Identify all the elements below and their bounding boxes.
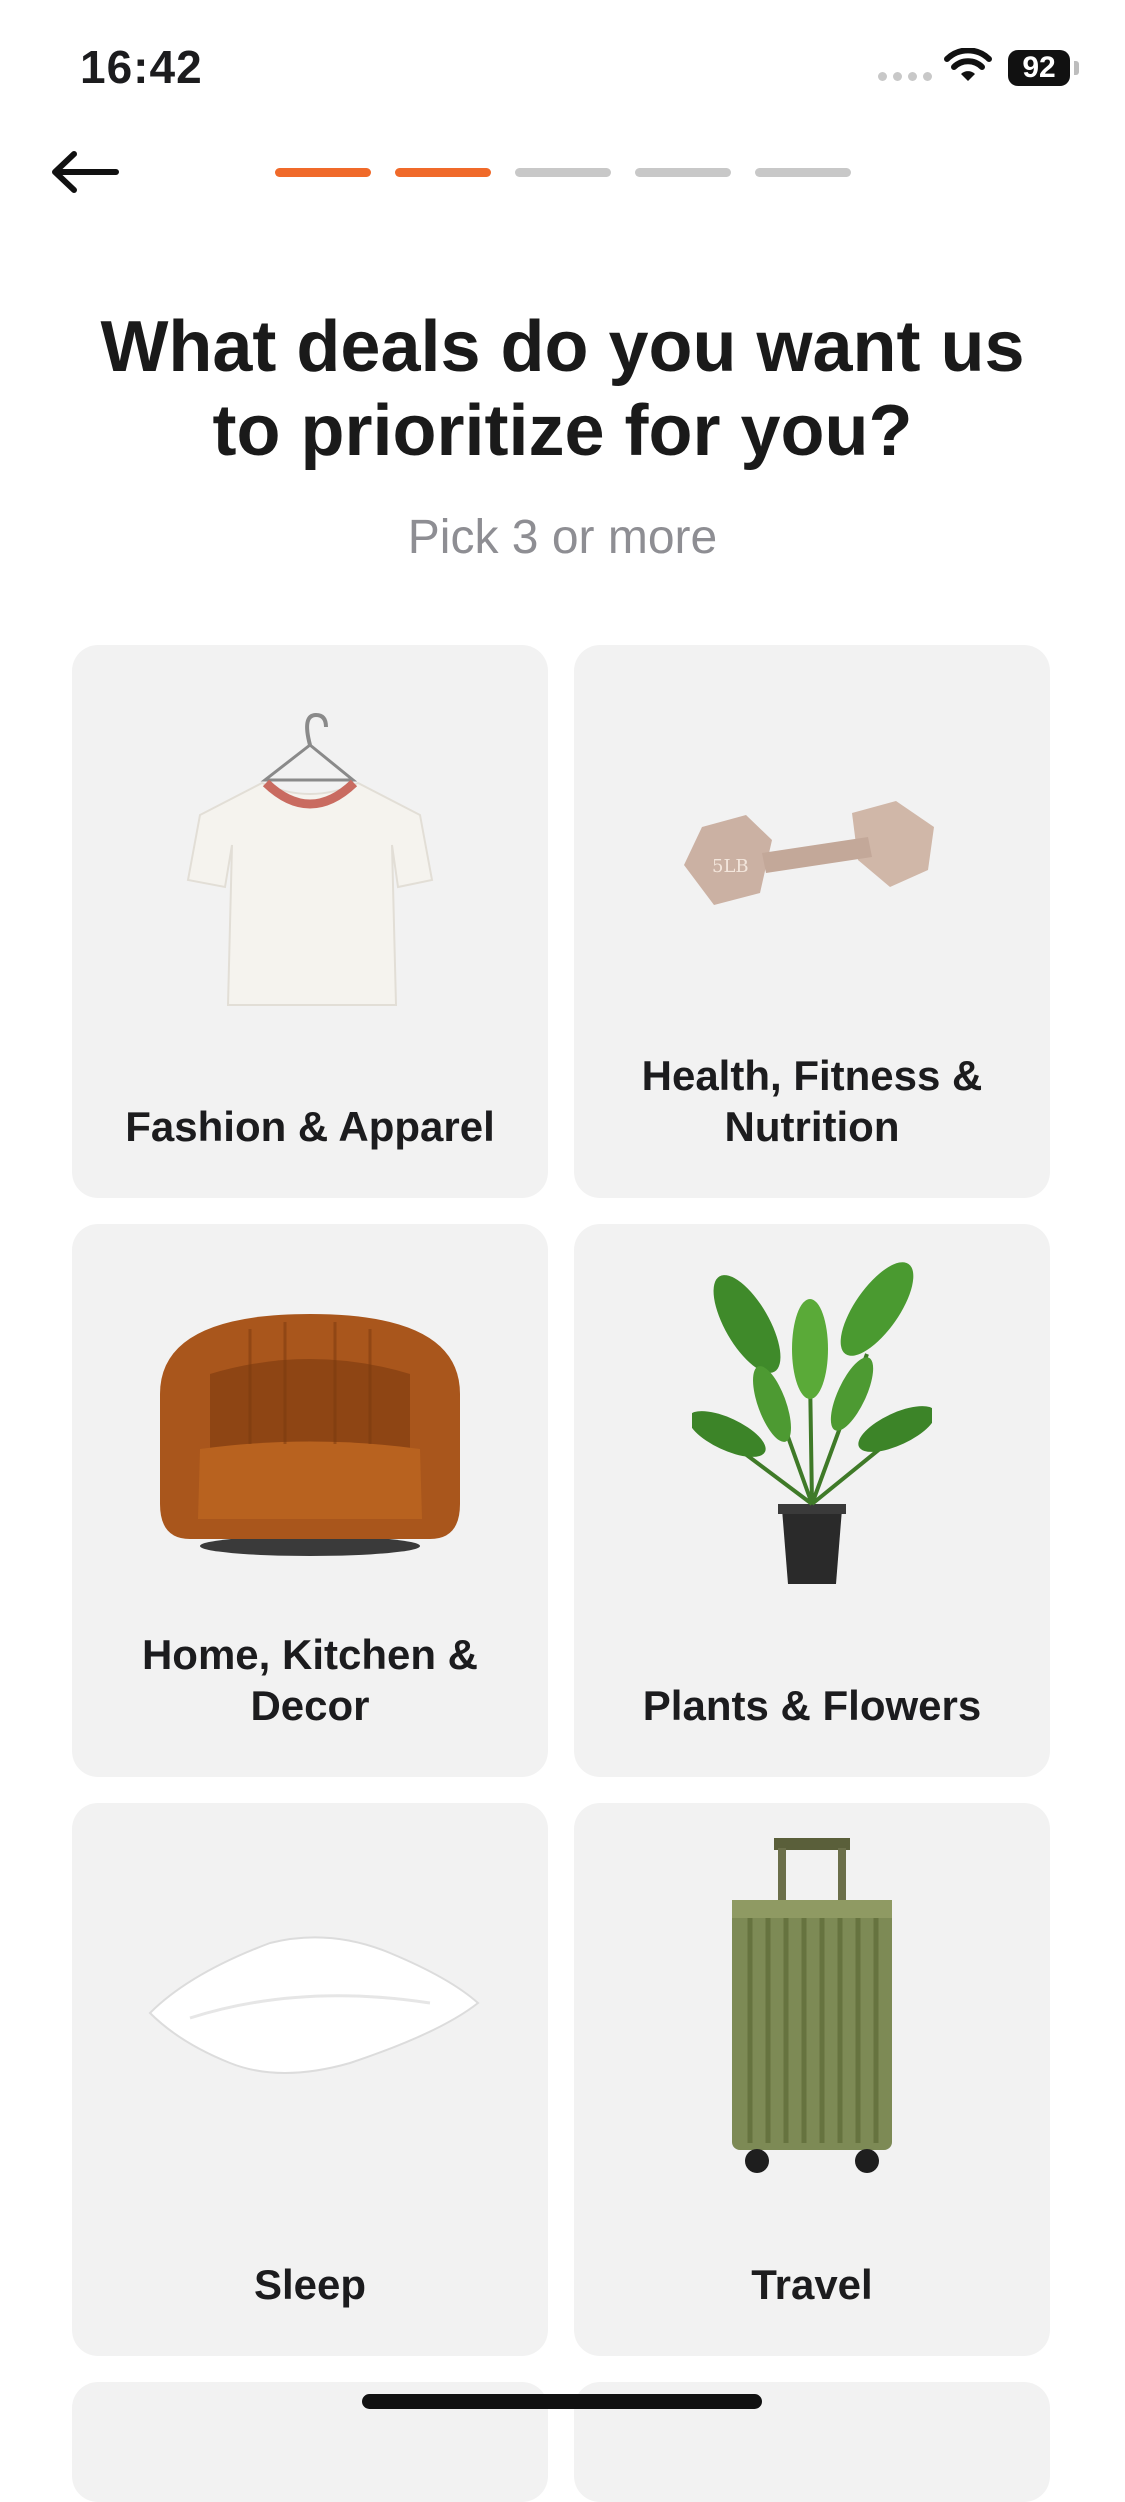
page-title: What deals do you want us to prioritize … xyxy=(100,307,1025,471)
category-label: Home, Kitchen & Decor xyxy=(141,1631,479,1729)
category-card-home[interactable]: Home, Kitchen & Decor xyxy=(72,1224,548,1777)
back-button[interactable] xyxy=(40,140,130,204)
category-card-travel[interactable]: Travel xyxy=(574,1803,1050,2356)
cellular-signal-icon xyxy=(878,72,932,81)
category-card-plants[interactable]: Plants & Flowers xyxy=(574,1224,1050,1777)
category-card-health[interactable]: 5LB Health, Fitness & Nutrition xyxy=(574,645,1050,1198)
category-label: Health, Fitness & Nutrition xyxy=(641,1052,983,1150)
page-subtitle: Pick 3 or more xyxy=(407,511,718,564)
onboarding-progress xyxy=(275,168,851,177)
battery-cap xyxy=(1074,61,1079,75)
category-card-sleep[interactable]: Sleep xyxy=(72,1803,548,2356)
potted-plant-icon xyxy=(692,1262,932,1584)
pillow-icon xyxy=(148,1936,480,2074)
progress-step xyxy=(755,168,851,177)
status-time: 16:42 xyxy=(80,41,203,93)
suitcase-icon xyxy=(732,1838,892,2173)
progress-step xyxy=(515,168,611,177)
dumbbell-weight-label: 5LB xyxy=(712,856,749,877)
category-label: Plants & Flowers xyxy=(642,1682,982,1729)
arrow-left-icon xyxy=(52,151,119,193)
status-bar: 16:42 92 xyxy=(0,0,1125,140)
category-label: Travel xyxy=(751,2261,873,2308)
dumbbell-icon: 5LB xyxy=(684,801,934,905)
category-grid: Fashion & Apparel 5LB Health, Fitness & … xyxy=(72,645,1053,2502)
t-shirt-icon xyxy=(186,712,434,1006)
armchair-icon xyxy=(160,1314,460,1556)
battery-icon: 92 xyxy=(1008,50,1070,86)
wifi-icon xyxy=(944,48,992,81)
progress-step xyxy=(395,168,491,177)
category-card-fashion[interactable]: Fashion & Apparel xyxy=(72,645,548,1198)
category-label: Sleep xyxy=(253,2261,367,2308)
home-indicator[interactable] xyxy=(362,2394,762,2409)
progress-step xyxy=(635,168,731,177)
progress-step xyxy=(275,168,371,177)
category-label: Fashion & Apparel xyxy=(125,1103,495,1150)
battery-level: 92 xyxy=(1022,51,1056,84)
